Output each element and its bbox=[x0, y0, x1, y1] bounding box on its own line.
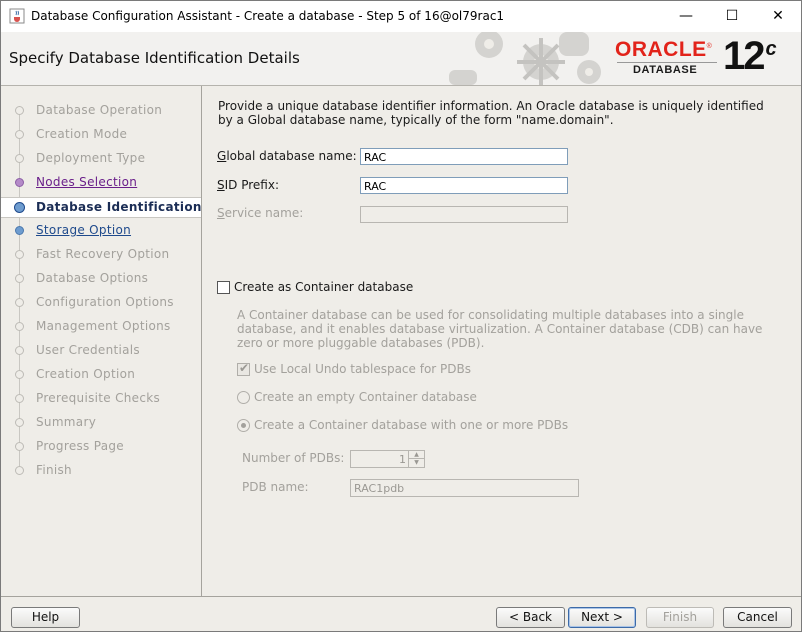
step-dot-icon bbox=[15, 154, 24, 163]
gears-banner-icon bbox=[449, 32, 601, 85]
container-description: A Container database can be used for con… bbox=[237, 308, 763, 350]
service-name-label: Service name: bbox=[217, 206, 304, 220]
sidebar-step-prerequisite-checks: Prerequisite Checks bbox=[1, 389, 201, 409]
page-header: Specify Database Identification Details bbox=[1, 32, 801, 86]
num-pdbs-label: Number of PDBs: bbox=[242, 451, 345, 465]
sidebar-step-label: Configuration Options bbox=[36, 295, 174, 309]
local-undo-checkbox: ✔ bbox=[237, 361, 250, 376]
finish-button: Finish bbox=[646, 607, 714, 628]
pdb-name-label: PDB name: bbox=[242, 480, 309, 494]
pdb-name-input: RAC1pdb bbox=[350, 479, 579, 497]
step-dot-icon bbox=[15, 130, 24, 139]
step-dot-icon bbox=[15, 250, 24, 259]
step-dot-icon bbox=[15, 106, 24, 115]
help-button[interactable]: Help bbox=[11, 607, 80, 628]
maximize-icon[interactable]: ☐ bbox=[709, 1, 755, 32]
checkmark-icon: ✔ bbox=[239, 361, 250, 375]
sidebar-step-label: Management Options bbox=[36, 319, 171, 333]
num-pdbs-spinner: 1 ▲ ▼ bbox=[350, 450, 425, 468]
step-dot-icon bbox=[15, 394, 24, 403]
empty-cdb-radio bbox=[237, 391, 250, 404]
dbca-window: Database Configuration Assistant - Creat… bbox=[0, 0, 802, 632]
sid-prefix-label: SID Prefix: bbox=[217, 178, 279, 192]
sidebar-step-database-operation: Database Operation bbox=[1, 101, 201, 121]
minimize-icon[interactable]: — bbox=[663, 1, 709, 32]
steps-sidebar: Database Operation Creation Mode Deploymen… bbox=[1, 86, 202, 596]
version-badge: 12 c bbox=[723, 34, 777, 78]
container-db-checkbox[interactable] bbox=[217, 281, 230, 294]
sidebar-step-label: Nodes Selection bbox=[36, 175, 138, 189]
spinner-down-icon: ▼ bbox=[414, 459, 419, 466]
page-title: Specify Database Identification Details bbox=[9, 49, 300, 67]
title-bar: Database Configuration Assistant - Creat… bbox=[1, 1, 801, 32]
window-title: Database Configuration Assistant - Creat… bbox=[31, 9, 505, 23]
sidebar-step-label: Storage Option bbox=[36, 223, 132, 237]
cancel-button[interactable]: Cancel bbox=[723, 607, 792, 628]
sidebar-step-label: Deployment Type bbox=[36, 151, 146, 165]
java-cup-icon bbox=[9, 8, 25, 24]
sidebar-step-fast-recovery-option: Fast Recovery Option bbox=[1, 245, 201, 265]
sidebar-step-storage-option[interactable]: Storage Option bbox=[1, 221, 201, 241]
global-db-name-label: Global database name: bbox=[217, 149, 357, 163]
sidebar-step-user-credentials: User Credentials bbox=[1, 341, 201, 361]
sidebar-step-label: Database Options bbox=[36, 271, 149, 285]
step-dot-icon bbox=[15, 442, 24, 451]
sidebar-step-management-options: Management Options bbox=[1, 317, 201, 337]
main-content: Provide a unique database identifier inf… bbox=[202, 86, 801, 596]
step-dot-icon bbox=[15, 418, 24, 427]
step-dot-icon bbox=[15, 466, 24, 475]
sidebar-step-label: Creation Option bbox=[36, 367, 136, 381]
sidebar-step-database-options: Database Options bbox=[1, 269, 201, 289]
spinner-up-icon: ▲ bbox=[409, 451, 424, 459]
container-db-label: Create as Container database bbox=[234, 280, 414, 294]
close-icon[interactable]: ✕ bbox=[755, 1, 801, 32]
oracle-logo-subtitle: DATABASE bbox=[633, 64, 698, 76]
cdb-with-pdbs-label: Create a Container database with one or … bbox=[254, 418, 569, 432]
step-dot-icon bbox=[15, 346, 24, 355]
oracle-logo-word: ORACLE® bbox=[615, 38, 713, 61]
step-dot-icon bbox=[15, 274, 24, 283]
sidebar-step-finish: Finish bbox=[1, 461, 201, 481]
intro-text: Provide a unique database identifier inf… bbox=[218, 99, 764, 127]
sidebar-step-database-identification: Database Identification bbox=[1, 197, 201, 218]
sidebar-step-creation-option: Creation Option bbox=[1, 365, 201, 385]
global-db-name-input[interactable]: RAC bbox=[360, 148, 568, 165]
step-dot-icon bbox=[15, 370, 24, 379]
sidebar-step-label: User Credentials bbox=[36, 343, 140, 357]
logo-divider bbox=[617, 62, 717, 63]
step-dot-icon bbox=[15, 226, 24, 235]
service-name-input bbox=[360, 206, 568, 223]
sidebar-step-creation-mode: Creation Mode bbox=[1, 125, 201, 145]
sidebar-step-label: Prerequisite Checks bbox=[36, 391, 161, 405]
sidebar-step-progress-page: Progress Page bbox=[1, 437, 201, 457]
step-dot-icon bbox=[14, 202, 25, 213]
sidebar-step-label: Database Operation bbox=[36, 103, 163, 117]
step-dot-icon bbox=[15, 322, 24, 331]
sidebar-step-nodes-selection[interactable]: Nodes Selection bbox=[1, 173, 201, 193]
sidebar-step-summary: Summary bbox=[1, 413, 201, 433]
oracle-logo: ORACLE® DATABASE bbox=[613, 38, 723, 80]
sidebar-step-label: Progress Page bbox=[36, 439, 124, 453]
sidebar-step-deployment-type: Deployment Type bbox=[1, 149, 201, 169]
sidebar-step-label: Creation Mode bbox=[36, 127, 128, 141]
sidebar-step-label: Summary bbox=[36, 415, 97, 429]
next-button[interactable]: Next > bbox=[568, 607, 636, 628]
sidebar-step-label: Fast Recovery Option bbox=[36, 247, 170, 261]
step-dot-icon bbox=[15, 298, 24, 307]
sidebar-step-configuration-options: Configuration Options bbox=[1, 293, 201, 313]
footer-bar: Help < Back Next > Finish Cancel bbox=[1, 596, 801, 631]
sid-prefix-input[interactable]: RAC bbox=[360, 177, 568, 194]
step-dot-icon bbox=[15, 178, 24, 187]
cdb-with-pdbs-radio bbox=[237, 419, 250, 432]
local-undo-label: Use Local Undo tablespace for PDBs bbox=[254, 362, 471, 376]
empty-cdb-label: Create an empty Container database bbox=[254, 390, 477, 404]
sidebar-step-label: Finish bbox=[36, 463, 72, 477]
back-button[interactable]: < Back bbox=[496, 607, 565, 628]
sidebar-step-label: Database Identification bbox=[36, 200, 202, 214]
